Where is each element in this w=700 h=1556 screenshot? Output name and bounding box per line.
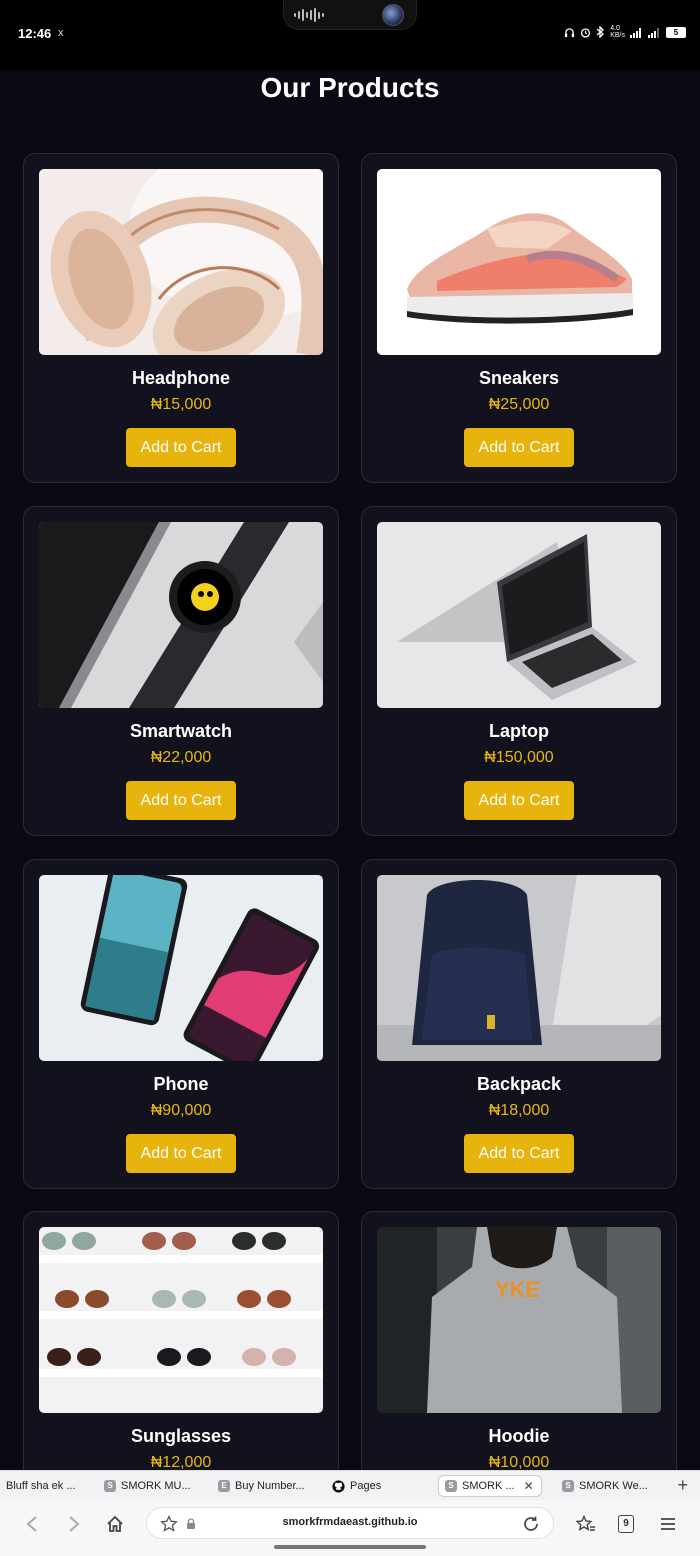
product-card-backpack: Backpack ₦18,000 Add to Cart <box>361 859 677 1189</box>
bluetooth-icon <box>596 26 605 38</box>
product-price: ₦25,000 <box>488 396 550 413</box>
tab-count: 9 <box>618 1515 634 1533</box>
browser-tab[interactable]: E Buy Number... <box>218 1475 314 1497</box>
smartwatch-image <box>39 522 323 708</box>
add-to-cart-button[interactable]: Add to Cart <box>464 781 574 820</box>
add-to-cart-button[interactable]: Add to Cart <box>464 1134 574 1173</box>
browser-tab[interactable]: S SMORK We... <box>562 1475 658 1497</box>
product-price: ₦18,000 <box>488 1102 550 1119</box>
close-tab-icon[interactable]: ✕ <box>524 1479 534 1493</box>
browser-tab-active[interactable]: S SMORK ... ✕ <box>438 1475 542 1497</box>
alarm-icon <box>581 27 591 38</box>
status-icons: 4.0 KB/s 5 <box>564 25 686 39</box>
product-card-smartwatch: Smartwatch ₦22,000 Add to Cart <box>23 506 339 836</box>
signal-icon-2 <box>648 27 659 38</box>
tab-favicon-icon: E <box>218 1480 230 1492</box>
status-bar: 12:46 x 4.0 KB/s 5 <box>0 0 700 70</box>
forward-icon[interactable] <box>60 1510 88 1538</box>
browser-tab-strip: Bluff sha ek ... S SMORK MU... E Buy Num… <box>0 1470 700 1500</box>
signal-icon-1 <box>630 27 641 38</box>
tab-label: Pages <box>350 1480 382 1492</box>
product-card-headphone: Headphone ₦15,000 Add to Cart <box>23 153 339 483</box>
product-name: Sunglasses <box>130 1426 232 1446</box>
back-icon[interactable] <box>18 1510 46 1538</box>
product-price: ₦15,000 <box>150 396 212 413</box>
product-name: Smartwatch <box>129 721 233 741</box>
tab-favicon-icon: S <box>104 1480 116 1492</box>
url-text: smorkfrmdaeast.github.io <box>282 1516 418 1528</box>
phone-image <box>39 875 323 1061</box>
product-price: ₦22,000 <box>150 749 212 766</box>
browser-tab[interactable]: S SMORK MU... <box>104 1475 200 1497</box>
product-name: Headphone <box>131 368 230 388</box>
product-name: Sneakers <box>478 368 560 388</box>
product-name: Backpack <box>476 1074 562 1094</box>
add-to-cart-button[interactable]: Add to Cart <box>126 1134 236 1173</box>
product-name: Laptop <box>489 721 549 741</box>
dynamic-island <box>283 0 417 30</box>
github-icon <box>332 1479 345 1493</box>
hoodie-logo: YKE <box>495 1277 540 1302</box>
add-to-cart-button[interactable]: Add to Cart <box>126 781 236 820</box>
add-to-cart-button[interactable]: Add to Cart <box>464 428 574 467</box>
product-card-phone: Phone ₦90,000 Add to Cart <box>23 859 339 1189</box>
product-card-sneakers: Sneakers ₦25,000 Add to Cart <box>361 153 677 483</box>
hoodie-image: YKE <box>377 1227 661 1413</box>
tab-label: SMORK ... <box>462 1480 515 1492</box>
bookmarks-icon[interactable] <box>572 1510 600 1538</box>
tab-label: SMORK We... <box>579 1480 648 1492</box>
battery-icon: 5 <box>666 26 686 38</box>
product-price: ₦90,000 <box>150 1102 212 1119</box>
sunglasses-image <box>39 1227 323 1413</box>
laptop-image <box>377 522 661 708</box>
tab-favicon-icon: S <box>562 1480 574 1492</box>
backpack-image <box>377 875 661 1061</box>
tab-label: Buy Number... <box>235 1480 305 1492</box>
add-to-cart-button[interactable]: Add to Cart <box>126 428 236 467</box>
product-price: ₦150,000 <box>484 749 554 766</box>
browser-tab[interactable]: Bluff sha ek ... <box>6 1475 92 1497</box>
tab-count-button[interactable]: 9 <box>612 1510 640 1538</box>
status-time: 12:46 <box>18 26 52 41</box>
media-thumbnail <box>382 4 404 26</box>
menu-icon[interactable] <box>654 1510 682 1538</box>
sneakers-image <box>377 169 661 355</box>
audio-wave-icon <box>294 8 324 22</box>
new-tab-icon[interactable]: + <box>677 1475 688 1496</box>
headphone-image <box>39 169 323 355</box>
home-indicator <box>274 1545 426 1549</box>
headphone-icon <box>565 27 575 37</box>
tab-label: Bluff sha ek ... <box>6 1480 76 1492</box>
address-bar[interactable]: smorkfrmdaeast.github.io <box>146 1507 554 1539</box>
product-card-laptop: Laptop ₦150,000 Add to Cart <box>361 506 677 836</box>
page-title: Our Products <box>260 72 440 103</box>
data-speed-icon: 4.0 KB/s <box>610 25 625 39</box>
x-app-icon: x <box>58 27 64 39</box>
product-name: Hoodie <box>488 1426 550 1446</box>
reload-icon[interactable] <box>517 1510 545 1538</box>
product-name: Phone <box>153 1074 209 1094</box>
browser-tab[interactable]: Pages <box>332 1475 422 1497</box>
tab-favicon-icon: S <box>445 1480 457 1492</box>
tab-label: SMORK MU... <box>121 1480 191 1492</box>
home-icon[interactable] <box>101 1510 129 1538</box>
